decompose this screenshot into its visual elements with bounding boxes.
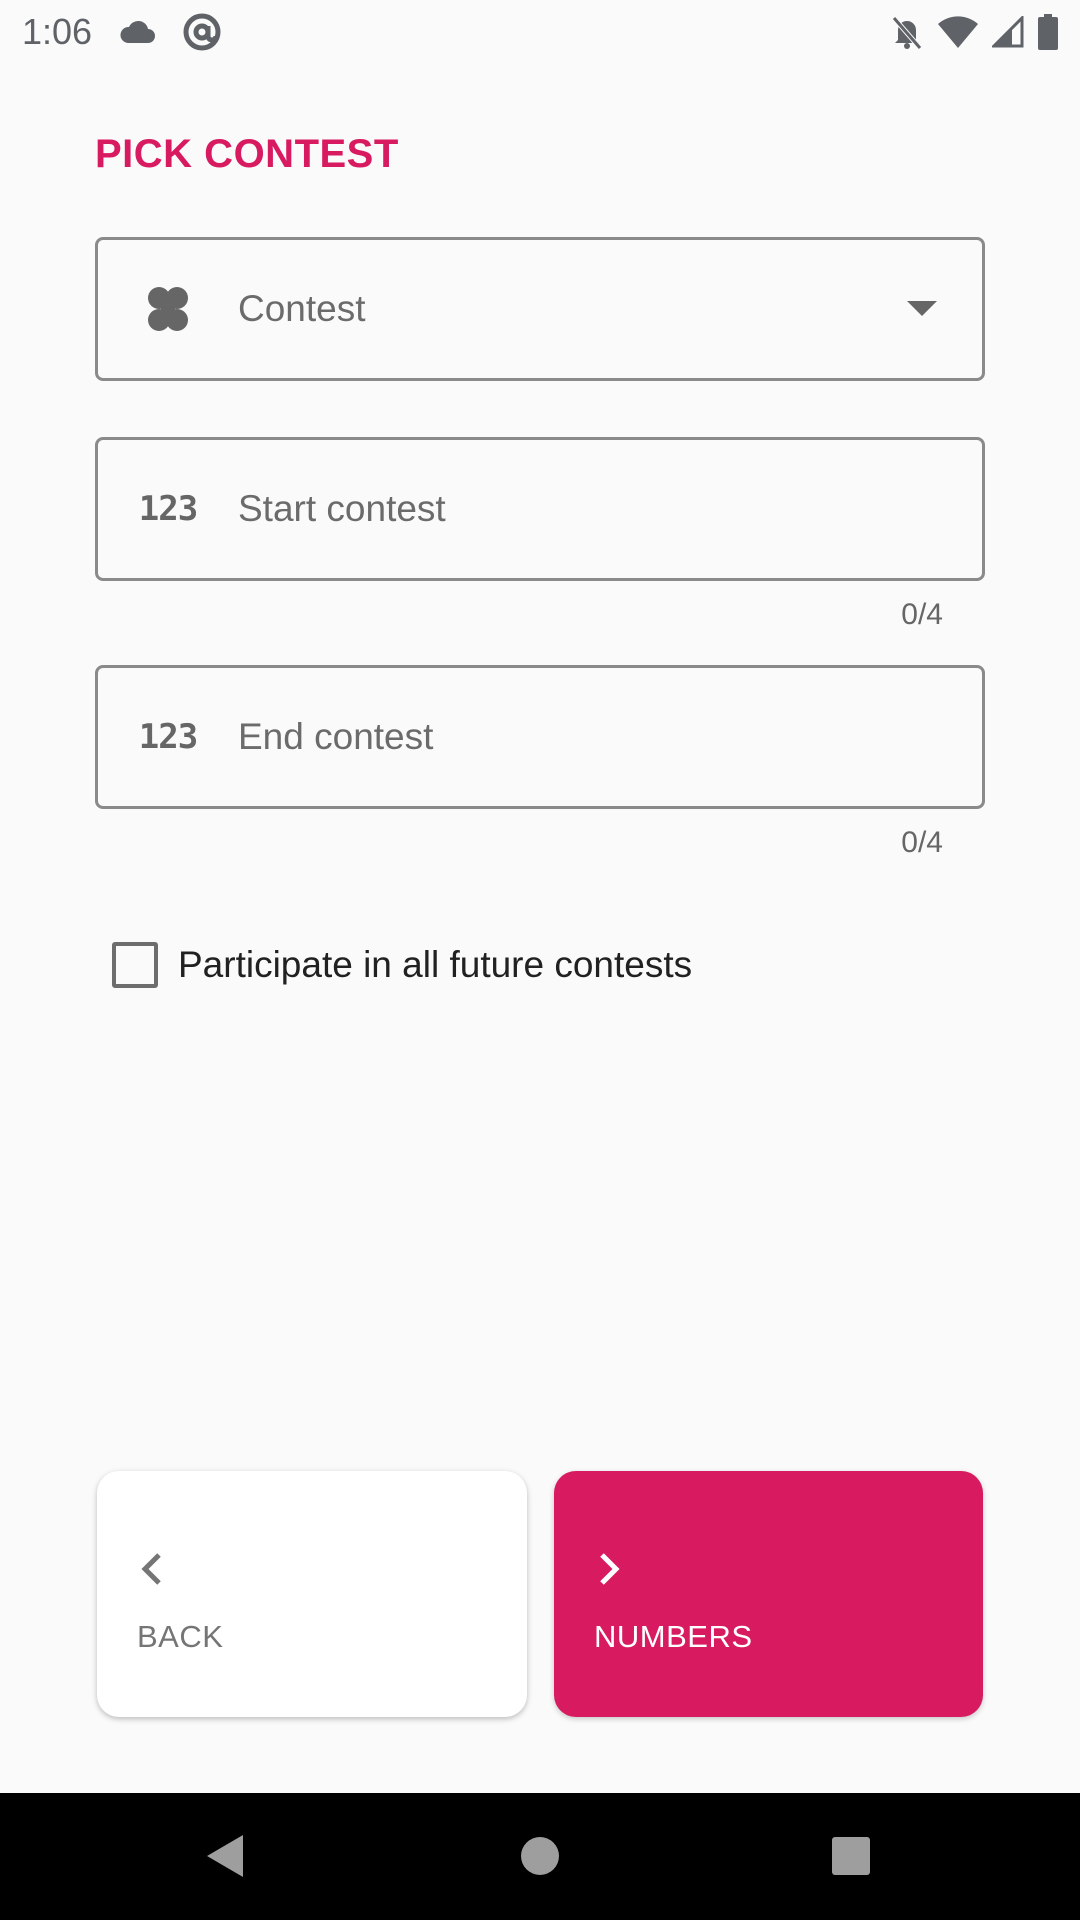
battery-icon (1038, 14, 1058, 50)
clover-icon (98, 281, 238, 337)
numbers-icon: 123 (138, 717, 198, 757)
end-contest-input[interactable]: End contest (238, 716, 982, 758)
at-sign-icon (182, 12, 222, 52)
back-button-label: BACK (137, 1619, 224, 1654)
nav-recents-icon[interactable] (831, 1833, 871, 1884)
start-contest-counter: 0/4 (901, 598, 943, 631)
page-title: PICK CONTEST (95, 132, 399, 176)
back-button[interactable]: BACK (97, 1471, 527, 1717)
contest-dropdown[interactable]: Contest (95, 237, 985, 381)
start-contest-input[interactable]: Start contest (238, 488, 982, 530)
nav-back-icon[interactable] (205, 1833, 245, 1884)
status-bar: 1:06 (0, 0, 1080, 64)
numbers-button[interactable]: NUMBERS (554, 1471, 983, 1717)
future-contests-checkbox[interactable] (112, 942, 158, 988)
status-time: 1:06 (22, 11, 93, 52)
nav-home-icon[interactable] (520, 1833, 560, 1884)
chevron-left-icon (137, 1549, 167, 1594)
system-navigation-bar (0, 1793, 1080, 1920)
dropdown-arrow-icon[interactable] (862, 301, 982, 317)
start-contest-field[interactable]: 123 Start contest (95, 437, 985, 581)
future-contests-label: Participate in all future contests (178, 944, 693, 985)
notifications-off-icon (890, 14, 924, 50)
chevron-right-icon (594, 1549, 624, 1594)
signal-icon (992, 16, 1024, 48)
cloud-icon (118, 19, 156, 45)
screen: 1:06 PICK CONTEST Contest 123 Start cont… (0, 0, 1080, 1920)
end-contest-field[interactable]: 123 End contest (95, 665, 985, 809)
future-contests-checkbox-row[interactable]: Participate in all future contests (112, 942, 692, 988)
numbers-icon: 123 (138, 489, 198, 529)
wifi-icon (938, 16, 978, 48)
contest-dropdown-label: Contest (238, 288, 366, 329)
numbers-button-label: NUMBERS (594, 1619, 753, 1654)
end-contest-counter: 0/4 (901, 826, 943, 859)
